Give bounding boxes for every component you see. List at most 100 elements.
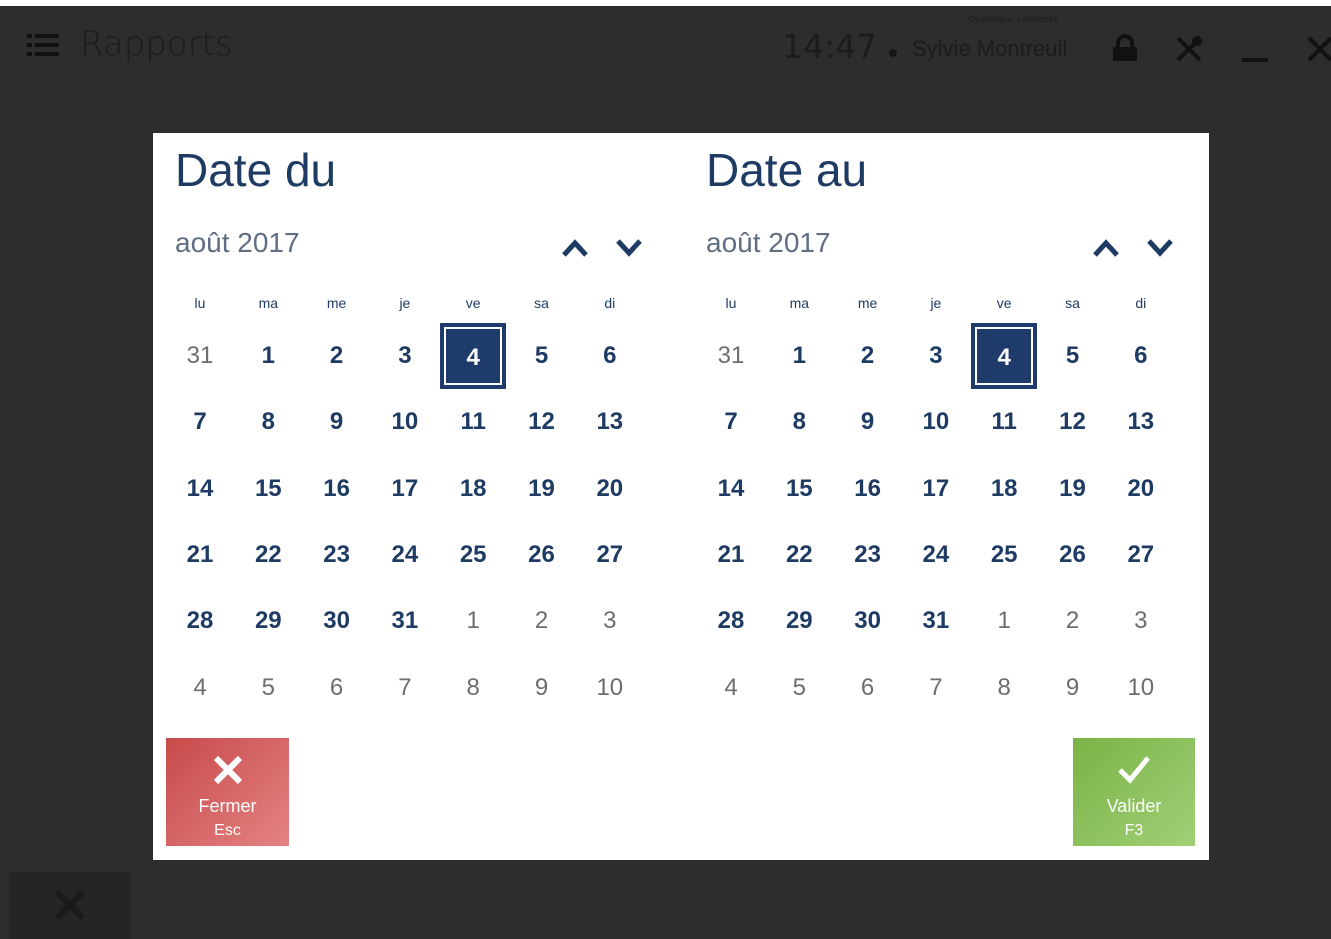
calendar-day[interactable]: 9: [1042, 657, 1104, 719]
calendar-day[interactable]: 17: [374, 458, 436, 520]
calendar-day[interactable]: 19: [511, 458, 573, 520]
operator-name[interactable]: Sylvie Montreuil: [912, 36, 1067, 62]
calendar-day[interactable]: 12: [1042, 391, 1104, 453]
calendar-day[interactable]: 31: [374, 590, 436, 652]
calendar-day[interactable]: 8: [768, 391, 830, 453]
calendar-day[interactable]: 2: [511, 590, 573, 652]
calendar-day[interactable]: 7: [700, 391, 762, 453]
calendar-day[interactable]: 14: [169, 458, 231, 520]
calendar-day[interactable]: 4: [700, 657, 762, 719]
next-month-button[interactable]: [613, 233, 645, 261]
calendar-day[interactable]: 12: [511, 391, 573, 453]
calendar-day[interactable]: 29: [237, 590, 299, 652]
calendar-day[interactable]: 24: [905, 524, 967, 586]
month-label[interactable]: août 2017: [706, 227, 831, 259]
calendar-day[interactable]: 26: [511, 524, 573, 586]
calendar-day[interactable]: 2: [837, 325, 899, 387]
calendar-day[interactable]: 1: [768, 325, 830, 387]
menu-icon[interactable]: [27, 34, 59, 58]
calendar-day[interactable]: 10: [579, 657, 641, 719]
calendar-day[interactable]: 3: [374, 325, 436, 387]
month-label[interactable]: août 2017: [175, 227, 300, 259]
calendar-day[interactable]: 15: [768, 458, 830, 520]
lock-icon[interactable]: [1110, 34, 1140, 64]
calendar-day[interactable]: 27: [1110, 524, 1172, 586]
calendar-day[interactable]: 23: [837, 524, 899, 586]
close-icon[interactable]: [1305, 34, 1331, 64]
calendar-day[interactable]: 9: [511, 657, 573, 719]
calendar-day[interactable]: 29: [768, 590, 830, 652]
calendar-day[interactable]: 21: [700, 524, 762, 586]
calendar-day[interactable]: 28: [169, 590, 231, 652]
calendar-day[interactable]: 27: [579, 524, 641, 586]
calendar-day-selected[interactable]: 4: [440, 323, 507, 389]
calendar-day[interactable]: 13: [1110, 391, 1172, 453]
calendar-day[interactable]: 5: [1042, 325, 1104, 387]
next-month-button[interactable]: [1144, 233, 1176, 261]
calendar-day[interactable]: 11: [442, 391, 504, 453]
calendar-day[interactable]: 3: [1110, 590, 1172, 652]
chevron-up-icon: [562, 239, 588, 257]
calendar-day-selected[interactable]: 4: [971, 323, 1038, 389]
chevron-down-icon: [1147, 239, 1173, 257]
calendar-day[interactable]: 20: [1110, 458, 1172, 520]
calendar-day[interactable]: 3: [905, 325, 967, 387]
calendar-day[interactable]: 6: [1110, 325, 1172, 387]
close-button[interactable]: Fermer Esc: [166, 738, 289, 846]
calendar-day[interactable]: 5: [768, 657, 830, 719]
calendar-day[interactable]: 10: [1110, 657, 1172, 719]
calendar-day[interactable]: 5: [511, 325, 573, 387]
calendar-day[interactable]: 1: [237, 325, 299, 387]
calendar-day[interactable]: 8: [237, 391, 299, 453]
calendar-day[interactable]: 11: [973, 391, 1035, 453]
calendar-day[interactable]: 16: [306, 458, 368, 520]
calendar-day[interactable]: 6: [837, 657, 899, 719]
calendar-day[interactable]: 16: [837, 458, 899, 520]
calendar-day[interactable]: 8: [973, 657, 1035, 719]
calendar-day[interactable]: 9: [837, 391, 899, 453]
calendar-day[interactable]: 25: [973, 524, 1035, 586]
calendar-day[interactable]: 26: [1042, 524, 1104, 586]
calendar-day[interactable]: 2: [1042, 590, 1104, 652]
calendar-day[interactable]: 22: [237, 524, 299, 586]
calendar-day[interactable]: 1: [442, 590, 504, 652]
calendar-day[interactable]: 22: [768, 524, 830, 586]
calendar-day[interactable]: 10: [905, 391, 967, 453]
calendar-day[interactable]: 25: [442, 524, 504, 586]
minimize-icon[interactable]: [1240, 34, 1270, 64]
calendar-day[interactable]: 2: [306, 325, 368, 387]
calendar-day[interactable]: 21: [169, 524, 231, 586]
calendar-day[interactable]: 4: [169, 657, 231, 719]
calendar-day[interactable]: 5: [237, 657, 299, 719]
calendar-day[interactable]: 7: [169, 391, 231, 453]
calendar-day[interactable]: 20: [579, 458, 641, 520]
validate-button[interactable]: Valider F3: [1073, 738, 1195, 846]
calendar-day[interactable]: 13: [579, 391, 641, 453]
calendar-day[interactable]: 31: [169, 325, 231, 387]
calendar-day[interactable]: 28: [700, 590, 762, 652]
calendar-day[interactable]: 14: [700, 458, 762, 520]
calendar-day[interactable]: 15: [237, 458, 299, 520]
calendar-day[interactable]: 19: [1042, 458, 1104, 520]
calendar-day[interactable]: 30: [306, 590, 368, 652]
calendar-day[interactable]: 31: [905, 590, 967, 652]
calendar-day[interactable]: 3: [579, 590, 641, 652]
calendar-day[interactable]: 9: [306, 391, 368, 453]
calendar-day[interactable]: 18: [442, 458, 504, 520]
calendar-day[interactable]: 7: [374, 657, 436, 719]
calendar-day[interactable]: 6: [579, 325, 641, 387]
calendar-day[interactable]: 31: [700, 325, 762, 387]
calendar-day[interactable]: 7: [905, 657, 967, 719]
calendar-day[interactable]: 24: [374, 524, 436, 586]
previous-month-button[interactable]: [1090, 233, 1122, 261]
previous-month-button[interactable]: [559, 233, 591, 261]
calendar-day[interactable]: 23: [306, 524, 368, 586]
tools-icon[interactable]: [1174, 34, 1204, 64]
calendar-day[interactable]: 8: [442, 657, 504, 719]
calendar-day[interactable]: 6: [306, 657, 368, 719]
calendar-day[interactable]: 1: [973, 590, 1035, 652]
calendar-day[interactable]: 17: [905, 458, 967, 520]
calendar-day[interactable]: 10: [374, 391, 436, 453]
calendar-day[interactable]: 30: [837, 590, 899, 652]
calendar-day[interactable]: 18: [973, 458, 1035, 520]
